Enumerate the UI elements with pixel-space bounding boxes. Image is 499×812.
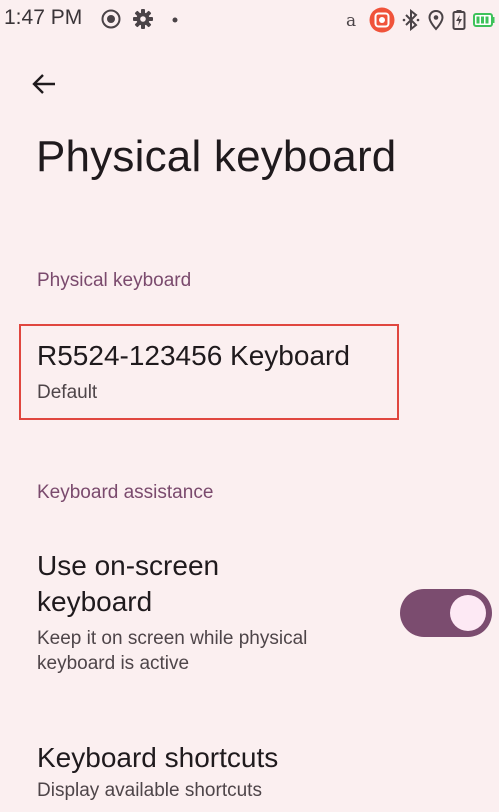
- svg-text:a: a: [346, 11, 356, 31]
- keyboard-device-summary: Default: [37, 382, 98, 403]
- keyboard-device-item[interactable]: R5524-123456 Keyboard Default: [0, 338, 499, 405]
- on-screen-keyboard-summary: Keep it on screen while physical keyboar…: [37, 628, 308, 674]
- page-title: Physical keyboard: [36, 132, 397, 181]
- keyboard-shortcuts-title: Keyboard shortcuts: [37, 742, 279, 773]
- status-time: 1:47 PM: [4, 6, 83, 29]
- location-icon: [427, 9, 445, 31]
- section-header-keyboard-assistance: Keyboard assistance: [37, 482, 214, 503]
- amazon-a-icon: a: [344, 9, 362, 31]
- section-header-physical-keyboard: Physical keyboard: [37, 270, 192, 291]
- battery-icon: [473, 12, 495, 28]
- toggle-thumb: [450, 595, 486, 631]
- on-screen-keyboard-toggle[interactable]: [400, 589, 492, 637]
- keyboard-device-title: R5524-123456 Keyboard: [37, 340, 350, 371]
- status-bar: 1:47 PM a: [0, 0, 499, 38]
- gear-icon: [132, 8, 154, 30]
- arrow-left-icon: [30, 70, 58, 98]
- status-right-icons: a: [344, 7, 495, 33]
- keyboard-shortcuts-item[interactable]: Keyboard shortcuts Display available sho…: [0, 740, 499, 803]
- status-left-icons: [100, 8, 186, 30]
- keyboard-shortcuts-summary: Display available shortcuts: [37, 780, 262, 801]
- dot-icon: [164, 8, 186, 30]
- bluetooth-icon: [402, 9, 420, 31]
- back-button[interactable]: [24, 64, 64, 104]
- screen-record-icon: [100, 8, 122, 30]
- on-screen-keyboard-title: Use on-screen keyboard: [37, 550, 220, 617]
- app-notification-icon: [369, 7, 395, 33]
- battery-saver-icon: [452, 9, 466, 31]
